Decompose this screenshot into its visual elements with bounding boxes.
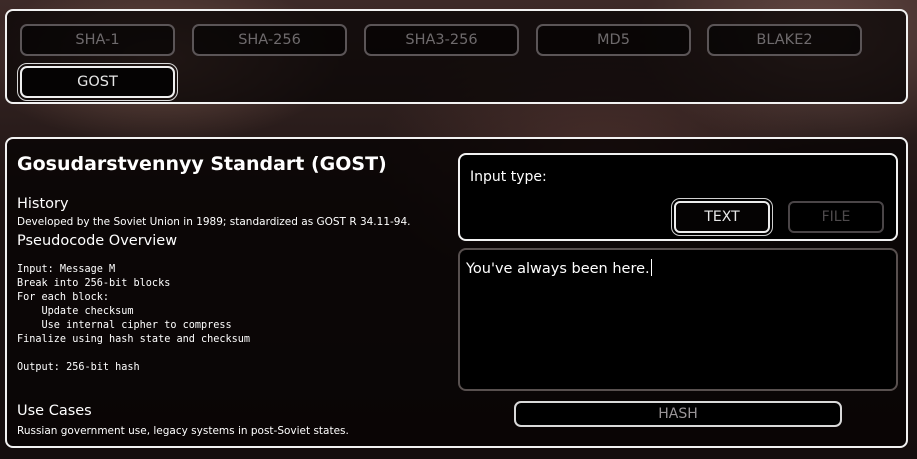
algorithm-button-sha256[interactable]: SHA-256: [192, 24, 347, 56]
algorithm-button-gost[interactable]: GOST: [17, 63, 178, 101]
algorithm-button-sha3-256[interactable]: SHA3-256: [364, 24, 519, 56]
text-caret: [650, 259, 652, 276]
algorithm-button-sha1[interactable]: SHA-1: [20, 24, 175, 56]
algorithm-info-panel: Gosudarstvennyy Standart (GOST) History …: [5, 137, 908, 448]
hash-button[interactable]: HASH: [514, 401, 842, 427]
file-input-type-button[interactable]: FILE: [788, 201, 884, 233]
algorithm-selector-panel: SHA-1 SHA-256 SHA3-256 MD5 BLAKE2 GOST: [5, 9, 908, 104]
message-textarea[interactable]: You've always been here.: [458, 248, 898, 391]
use-cases-text: Russian government use, legacy systems i…: [17, 425, 349, 437]
input-type-box: Input type: TEXT FILE: [458, 153, 898, 241]
history-text: Developed by the Soviet Union in 1989; s…: [17, 216, 411, 228]
history-heading: History: [17, 196, 69, 212]
input-type-label: Input type:: [470, 169, 547, 185]
pseudocode-block: Input: Message M Break into 256-bit bloc…: [17, 264, 251, 373]
algorithm-button-md5[interactable]: MD5: [536, 24, 691, 56]
pseudocode-heading: Pseudocode Overview: [17, 233, 178, 249]
use-cases-heading: Use Cases: [17, 403, 92, 419]
message-textarea-content: You've always been here.: [466, 259, 652, 277]
algorithm-title: Gosudarstvennyy Standart (GOST): [17, 153, 387, 175]
text-input-type-button[interactable]: TEXT: [671, 198, 773, 236]
message-text: You've always been here.: [466, 261, 650, 277]
algorithm-button-blake2[interactable]: BLAKE2: [707, 24, 862, 56]
